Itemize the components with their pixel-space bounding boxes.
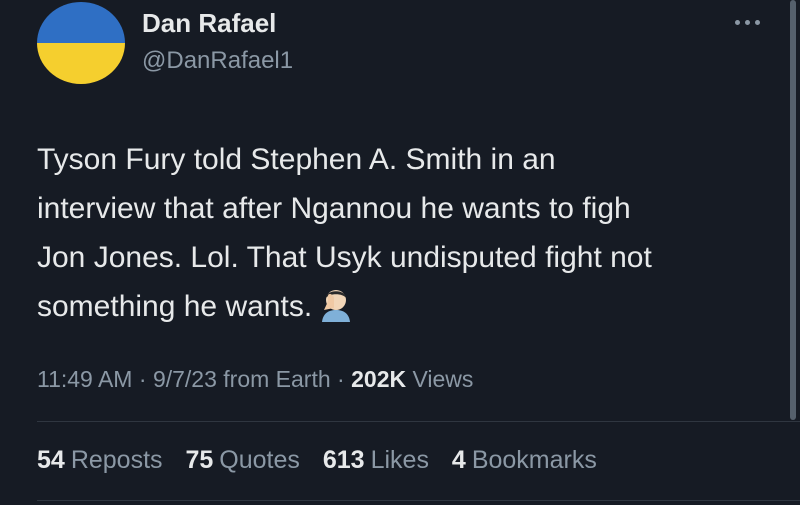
tweet-source: from Earth — [223, 366, 331, 392]
facepalm-emoji-icon — [322, 290, 351, 322]
tweet-line: Jon Jones. Lol. That Usyk undisputed fig… — [37, 241, 652, 274]
meta-separator: · — [337, 366, 345, 392]
bookmarks-stat[interactable]: 4 Bookmarks — [452, 446, 597, 475]
reposts-stat[interactable]: 54 Reposts — [37, 446, 163, 475]
likes-label: Likes — [370, 446, 429, 474]
avatar[interactable] — [37, 2, 125, 84]
scrollbar[interactable] — [790, 0, 796, 420]
tweet-line: Tyson Fury told Stephen A. Smith in an — [37, 143, 556, 176]
likes-stat[interactable]: 613 Likes — [323, 446, 429, 475]
views-count: 202K — [351, 366, 407, 392]
likes-count: 613 — [322, 446, 365, 474]
quotes-label: Quotes — [219, 446, 300, 474]
bookmarks-count: 4 — [451, 446, 466, 474]
tweet-date[interactable]: 9/7/23 — [153, 366, 217, 392]
quotes-count: 75 — [185, 446, 214, 474]
reposts-count: 54 — [37, 446, 65, 474]
reposts-label: Reposts — [70, 446, 163, 474]
tweet-time[interactable]: 11:49 AM — [37, 366, 132, 392]
divider — [37, 500, 800, 501]
bookmarks-label: Bookmarks — [471, 446, 597, 474]
tweet-meta: 11:49 AM · 9/7/23 from Earth · 202K View… — [37, 366, 473, 393]
tweet-line: interview that after Ngannou he wants to… — [37, 192, 631, 225]
more-options-icon[interactable] — [727, 10, 767, 34]
divider — [37, 421, 800, 422]
tweet-line: something he wants. — [37, 282, 777, 331]
tweet-text: Tyson Fury told Stephen A. Smith in an i… — [37, 135, 777, 331]
engagement-stats: 54 Reposts 75 Quotes 613 Likes 4 Bookmarks — [37, 446, 613, 475]
views-label: Views — [412, 366, 474, 392]
tweet-line-text: something he wants. — [37, 290, 313, 323]
author-handle[interactable]: @DanRafael1 — [142, 47, 293, 75]
quotes-stat[interactable]: 75 Quotes — [185, 446, 299, 475]
meta-separator: · — [138, 366, 147, 392]
author-name[interactable]: Dan Rafael — [142, 8, 276, 39]
